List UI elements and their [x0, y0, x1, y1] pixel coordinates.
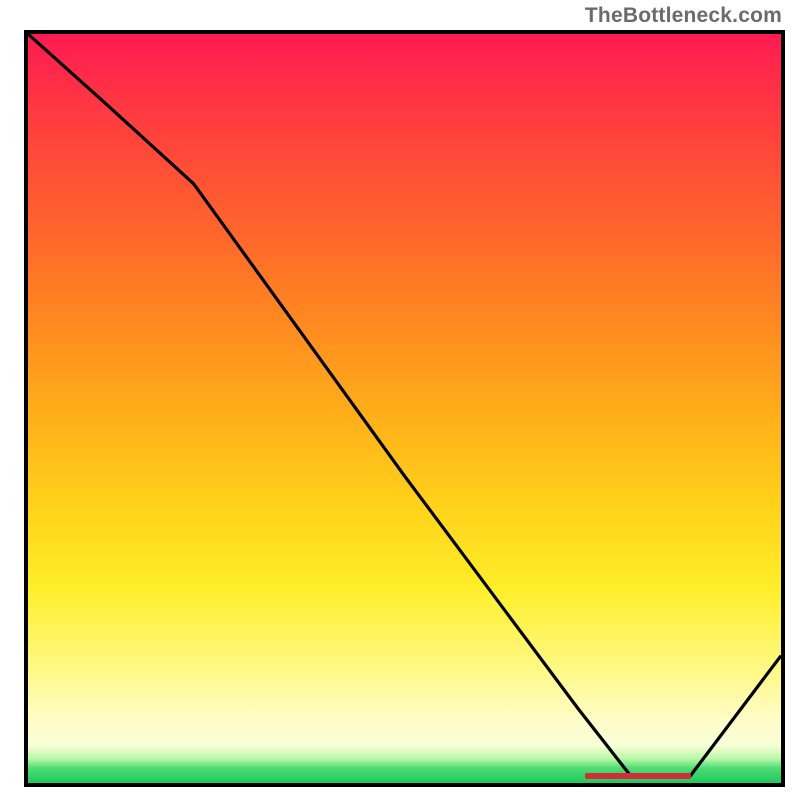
chart-frame [24, 30, 785, 787]
optimum-marker [585, 773, 690, 779]
watermark-text: TheBottleneck.com [585, 4, 782, 28]
chart-gradient-background [28, 34, 781, 783]
